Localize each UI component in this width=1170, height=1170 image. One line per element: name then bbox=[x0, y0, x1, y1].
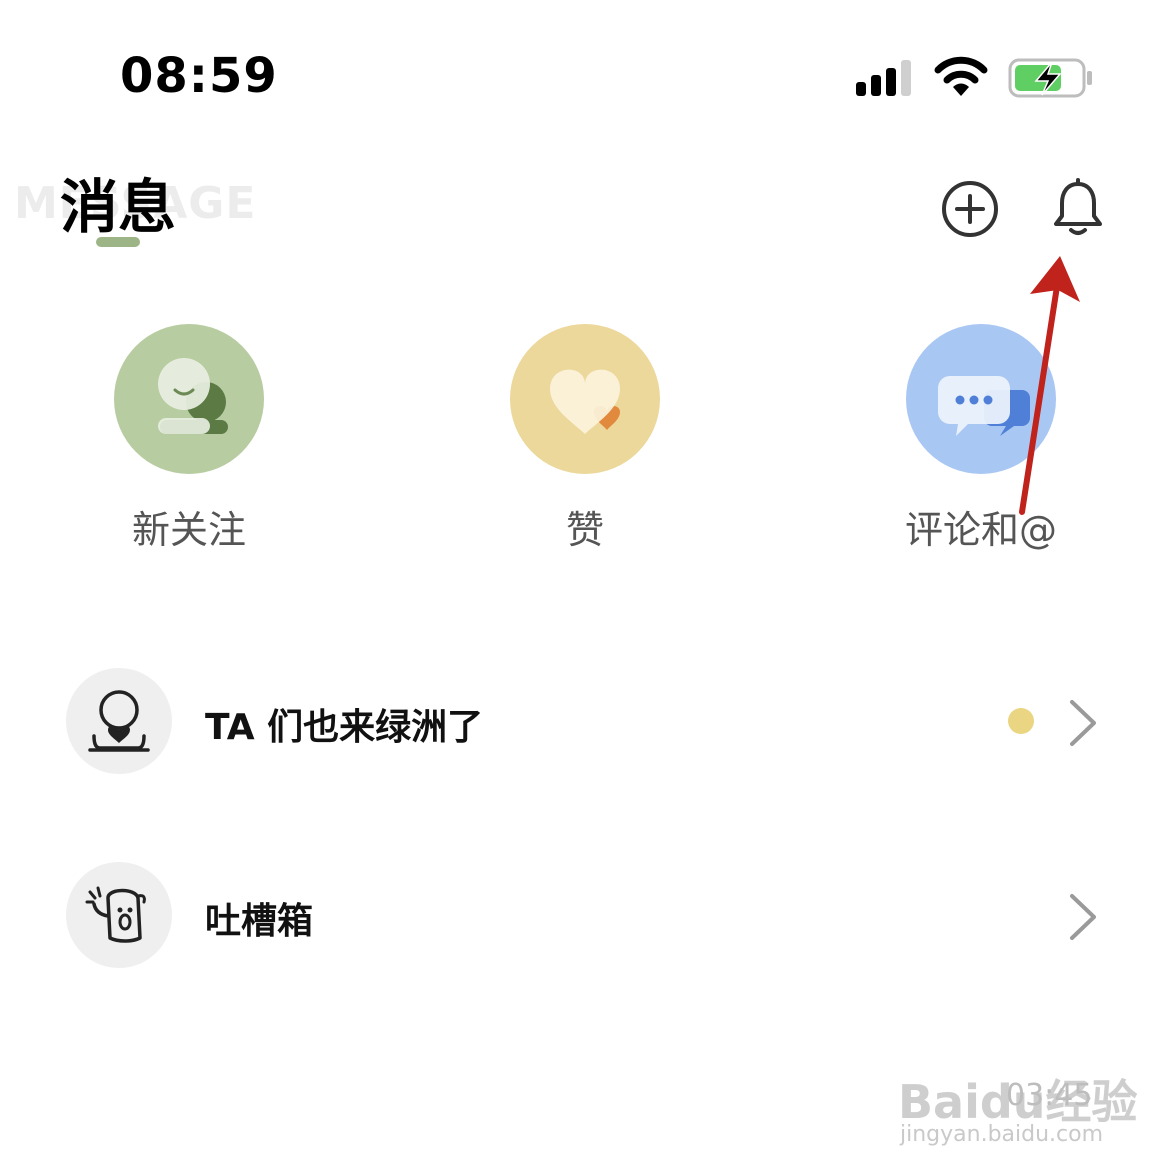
shortcut-label: 赞 bbox=[565, 508, 604, 552]
cellular-signal-icon bbox=[856, 58, 916, 96]
shortcut-label: 新关注 bbox=[131, 508, 246, 552]
page-title: 消息 bbox=[60, 173, 177, 241]
annotation-arrow bbox=[1019, 256, 1080, 515]
watermark-url: jingyan.baidu.com bbox=[900, 1122, 1104, 1147]
new-follower-icon bbox=[114, 324, 264, 474]
wifi-icon bbox=[934, 56, 988, 96]
unread-dot bbox=[1008, 708, 1034, 734]
notification-button[interactable] bbox=[1046, 177, 1110, 241]
bell-icon bbox=[1054, 178, 1102, 235]
person-heart-icon bbox=[66, 668, 172, 774]
list-item-complaint-box[interactable]: 吐槽箱 bbox=[0, 862, 1170, 972]
list-item-label: TA 们也来绿洲了 bbox=[205, 707, 484, 748]
shortcut-new-follower[interactable]: 新关注 bbox=[69, 324, 309, 564]
chevron-right-icon bbox=[1070, 894, 1096, 940]
status-time: 08:59 bbox=[120, 48, 278, 104]
shortcut-likes[interactable]: 赞 bbox=[465, 324, 705, 564]
plus-circle-icon bbox=[942, 181, 998, 237]
list-item-label: 吐槽箱 bbox=[205, 901, 314, 942]
like-heart-icon bbox=[510, 324, 660, 474]
ghost-shout-icon bbox=[66, 862, 172, 968]
add-button[interactable] bbox=[938, 177, 1002, 241]
title-underline bbox=[96, 237, 140, 247]
battery-charging-icon bbox=[1008, 58, 1092, 98]
list-item-ta-joined-oasis[interactable]: TA 们也来绿洲了 bbox=[0, 668, 1170, 778]
watermark-number: 03:45 bbox=[1006, 1078, 1093, 1113]
chevron-right-icon bbox=[1070, 700, 1096, 746]
